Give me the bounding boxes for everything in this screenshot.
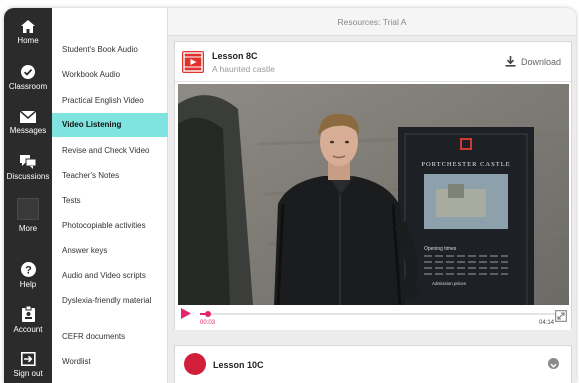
lesson-subtitle: A haunted castle [212,64,275,74]
icon-rail: Home Classroom Messages Discussions More… [4,8,52,383]
menu-item-wordlist[interactable]: Wordlist [52,356,168,367]
video-controls: 00:03 04:14 [175,305,571,330]
home-icon [21,20,35,33]
lesson-icon [184,353,206,375]
menu-item-dyslexia-friendly-material[interactable]: Dyslexia-friendly material [52,295,152,306]
menu-item-students-book-audio[interactable]: Student's Book Audio [52,44,168,55]
menu-item-tests[interactable]: Tests [52,195,168,206]
rail-messages[interactable]: Messages [4,111,52,135]
rail-classroom[interactable]: Classroom [4,65,52,91]
play-icon[interactable] [181,308,191,319]
rail-home[interactable]: Home [4,20,52,45]
lesson-title: Lesson 8C [212,51,258,61]
menu-item-teachers-notes[interactable]: Teacher's Notes [52,170,168,181]
video-duration: 04:14 [538,320,554,326]
resource-menu: Student's Book Audio Workbook Audio Prac… [52,8,168,383]
menu-item-audio-and-video-scripts[interactable]: Audio and Video scripts [52,270,168,281]
video-current-time: 00:03 [200,320,216,326]
lesson-title: Lesson 10C [213,360,264,370]
rail-discussions[interactable]: Discussions [4,155,52,181]
menu-item-video-listening[interactable]: Video Listening [52,113,168,137]
video-progress-bar[interactable] [200,311,556,317]
download-button[interactable]: Download [505,56,561,67]
menu-item-revise-and-check-video[interactable]: Revise and Check Video [52,145,168,156]
menu-item-practical-english-video[interactable]: Practical English Video [52,95,168,106]
app-window: Home Classroom Messages Discussions More… [4,8,576,383]
more-icon [17,198,39,220]
video-player[interactable]: PORTCHESTER CASTLE Opening times Admissi… [178,84,569,305]
rail-help[interactable]: ? Help [4,262,52,289]
page-title: Resources: Trial A [168,8,576,36]
download-icon [505,56,516,67]
menu-item-answer-keys[interactable]: Answer keys [52,245,168,256]
menu-item-cefr-documents[interactable]: CEFR documents [52,331,168,342]
rail-account[interactable]: Account [4,306,52,334]
video-progress-handle[interactable] [205,311,212,317]
rail-more[interactable]: More [4,198,52,233]
check-circle-icon [21,65,35,79]
help-icon: ? [20,262,36,277]
rail-sign-out[interactable]: Sign out [4,352,52,378]
svg-text:?: ? [25,265,32,277]
menu-item-workbook-audio[interactable]: Workbook Audio [52,69,168,80]
envelope-icon [20,111,36,123]
account-badge-icon [21,306,35,322]
menu-item-photocopiable-activities[interactable]: Photocopiable activities [52,220,168,231]
sign-title: PORTCHESTER CASTLE [421,161,510,168]
fullscreen-icon[interactable] [555,310,567,322]
lesson-card-collapsed[interactable]: Lesson 10C [174,345,572,383]
chevron-down-icon[interactable] [548,358,559,369]
video-lesson-icon [182,51,204,73]
chat-bubbles-icon [20,155,36,169]
lesson-card: Lesson 8C A haunted castle Download PORT… [174,41,572,330]
sign-out-icon [20,352,36,366]
lesson-card-header[interactable]: Lesson 8C A haunted castle Download [175,42,571,82]
video-frame-image: PORTCHESTER CASTLE Opening times Admissi… [178,84,569,305]
sign-prices-heading: Admission prices [432,281,467,286]
sign-opening-heading: Opening times [424,246,457,252]
